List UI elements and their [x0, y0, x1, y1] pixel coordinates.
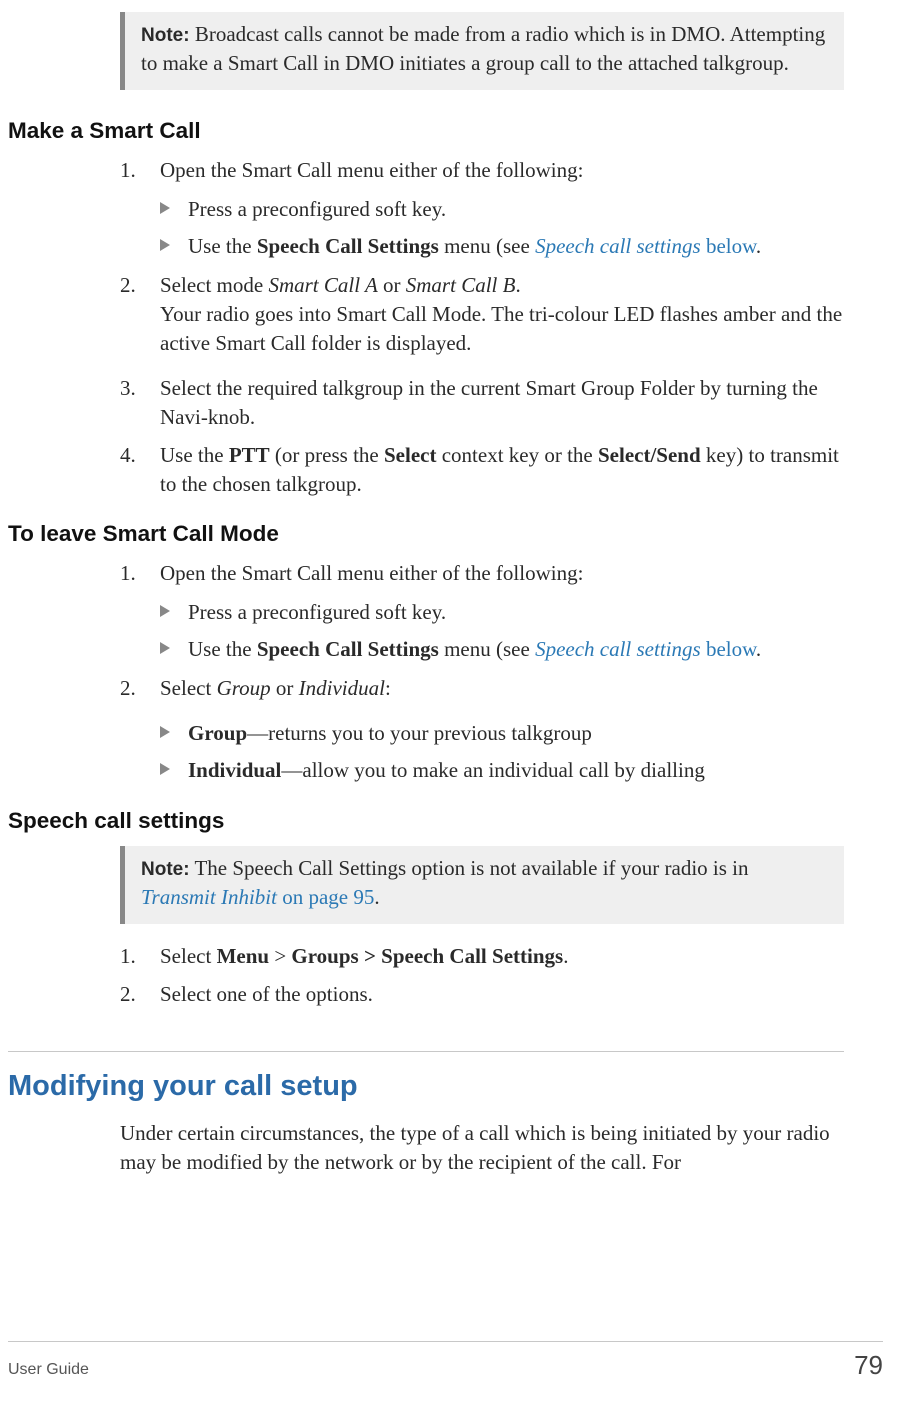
footer-divider: [8, 1341, 883, 1342]
list-num: 1.: [120, 559, 136, 588]
bold-select: Select: [384, 443, 436, 467]
link-transmit-inhibit[interactable]: Transmit Inhibit: [141, 885, 277, 909]
sub-text: Press a preconfigured soft key.: [188, 600, 446, 624]
list-item: 3. Select the required talkgroup in the …: [120, 374, 844, 432]
sub-item: Press a preconfigured soft key.: [160, 596, 844, 629]
sub-bold: Individual: [188, 758, 281, 782]
heading-speech-call-settings: Speech call settings: [0, 808, 917, 834]
sub-bold: Speech Call Settings: [257, 234, 439, 258]
list-item: 2. Select one of the options.: [120, 980, 844, 1009]
note-label: Note:: [141, 25, 190, 46]
note-box-dmo: Note: Broadcast calls cannot be made fro…: [120, 12, 844, 90]
section-speech-call-settings: Speech call settings Note: The Speech Ca…: [0, 808, 917, 1009]
list-italic: Group: [217, 676, 271, 700]
sub-list: Press a preconfigured soft key. Use the …: [160, 596, 844, 665]
list-speech-call-settings: 1. Select Menu > Groups > Speech Call Se…: [120, 942, 844, 1009]
list-text: or: [378, 273, 406, 297]
sub-text: —returns you to your previous talkgroup: [247, 721, 592, 745]
list-item: 1. Open the Smart Call menu either of th…: [120, 156, 844, 262]
list-text: Open the Smart Call menu either of the f…: [160, 561, 583, 585]
list-num: 3.: [120, 374, 136, 403]
list-num: 2.: [120, 271, 136, 300]
heading-leave-smart-call: To leave Smart Call Mode: [0, 521, 917, 547]
sub-text: .: [756, 234, 761, 258]
list-text: (or press the: [270, 443, 384, 467]
document-page: Note: Broadcast calls cannot be made fro…: [0, 0, 917, 1405]
sub-list: Group—returns you to your previous talkg…: [160, 717, 844, 786]
sub-bold: Group: [188, 721, 247, 745]
sub-list: Press a preconfigured soft key. Use the …: [160, 193, 844, 262]
sub-item: Individual—allow you to make an individu…: [160, 754, 844, 787]
list-italic: Individual: [299, 676, 385, 700]
footer-row: User Guide 79: [8, 1350, 883, 1381]
heading-make-smart-call: Make a Smart Call: [0, 118, 917, 144]
sub-link-below[interactable]: below: [701, 637, 756, 661]
list-text: context key or the: [436, 443, 598, 467]
list-text: Select one of the options.: [160, 982, 373, 1006]
list-item: 4. Use the PTT (or press the Select cont…: [120, 441, 844, 499]
sub-item: Use the Speech Call Settings menu (see S…: [160, 633, 844, 666]
bold-select-send: Select/Send: [598, 443, 701, 467]
sub-text: Press a preconfigured soft key.: [188, 197, 446, 221]
sub-bold: Speech Call Settings: [257, 637, 439, 661]
page-footer: User Guide 79: [8, 1341, 883, 1381]
list-num: 1.: [120, 156, 136, 185]
sub-text: Use the: [188, 234, 257, 258]
sub-text: menu (see: [439, 637, 535, 661]
footer-doc-title: User Guide: [8, 1361, 89, 1379]
list-text: .: [515, 273, 520, 297]
note-text: .: [374, 885, 379, 909]
sub-item: Press a preconfigured soft key.: [160, 193, 844, 226]
list-italic: Smart Call B: [406, 273, 516, 297]
list-para: Your radio goes into Smart Call Mode. Th…: [160, 302, 842, 355]
section-divider: [8, 1051, 844, 1052]
link-speech-call-settings[interactable]: Speech call settings: [535, 234, 701, 258]
bold-menu: Menu: [217, 944, 270, 968]
note-text: The Speech Call Settings option is not a…: [194, 856, 748, 880]
section-leave-smart-call: To leave Smart Call Mode 1. Open the Sma…: [0, 521, 917, 786]
list-item: 1. Open the Smart Call menu either of th…: [120, 559, 844, 665]
section-make-smart-call: Make a Smart Call 1. Open the Smart Call…: [0, 118, 917, 499]
list-text: Select: [160, 676, 217, 700]
sub-link-below[interactable]: below: [701, 234, 756, 258]
list-leave-smart-call: 1. Open the Smart Call menu either of th…: [120, 559, 844, 786]
list-text: Select mode: [160, 273, 268, 297]
sub-item: Use the Speech Call Settings menu (see S…: [160, 230, 844, 263]
list-text: Use the: [160, 443, 229, 467]
list-num: 2.: [120, 674, 136, 703]
list-text: or: [271, 676, 299, 700]
sub-text: .: [756, 637, 761, 661]
list-item: 2. Select Group or Individual: Group—ret…: [120, 674, 844, 786]
note-text: Broadcast calls cannot be made from a ra…: [141, 22, 825, 75]
bold-path: Groups > Speech Call Settings: [291, 944, 563, 968]
note-box-transmit-inhibit: Note: The Speech Call Settings option is…: [120, 846, 844, 924]
list-text: .: [563, 944, 568, 968]
list-text: Select: [160, 944, 217, 968]
link-page-ref[interactable]: on page 95: [277, 885, 374, 909]
list-make-smart-call: 1. Open the Smart Call menu either of th…: [120, 156, 844, 499]
sub-text: menu (see: [439, 234, 535, 258]
sub-text: —allow you to make an individual call by…: [281, 758, 704, 782]
list-item: 1. Select Menu > Groups > Speech Call Se…: [120, 942, 844, 971]
link-speech-call-settings[interactable]: Speech call settings: [535, 637, 701, 661]
paragraph-modifying: Under certain circumstances, the type of…: [120, 1119, 844, 1177]
list-text: Open the Smart Call menu either of the f…: [160, 158, 583, 182]
sub-item: Group—returns you to your previous talkg…: [160, 717, 844, 750]
list-text: :: [385, 676, 391, 700]
list-text: Select the required talkgroup in the cur…: [160, 376, 818, 429]
list-item: 2. Select mode Smart Call A or Smart Cal…: [120, 271, 844, 358]
note-label: Note:: [141, 859, 190, 880]
list-italic: Smart Call A: [268, 273, 377, 297]
list-num: 1.: [120, 942, 136, 971]
list-num: 2.: [120, 980, 136, 1009]
list-text: >: [269, 944, 291, 968]
footer-page-number: 79: [854, 1350, 883, 1381]
bold-ptt: PTT: [229, 443, 270, 467]
list-num: 4.: [120, 441, 136, 470]
heading-modifying-call-setup: Modifying your call setup: [0, 1070, 917, 1103]
sub-text: Use the: [188, 637, 257, 661]
